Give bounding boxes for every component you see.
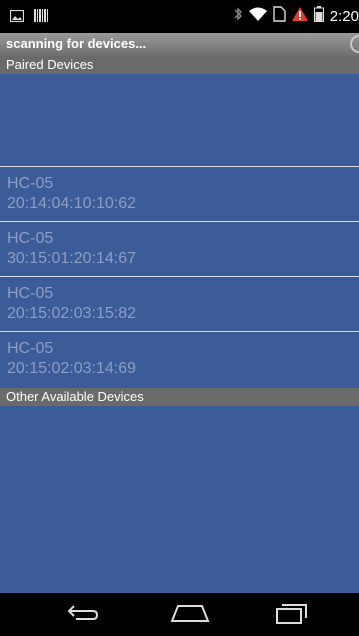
device-name: HC-05 [7,175,54,192]
document-icon [273,6,286,27]
warning-icon [291,7,308,26]
other-devices-list[interactable] [0,406,359,593]
recent-apps-icon [276,602,308,629]
recent-apps-button[interactable] [262,599,322,631]
home-button[interactable] [160,599,220,631]
device-name: HC-05 [7,340,54,357]
wifi-icon [248,7,267,27]
battery-icon [313,6,324,27]
device-name: HC-05 [7,285,54,302]
home-icon [170,603,210,628]
back-button[interactable] [53,599,113,631]
paired-devices-header: Paired Devices [0,56,359,74]
other-devices-header: Other Available Devices [0,388,359,406]
bluetooth-icon [233,6,243,27]
device-item[interactable]: HC-05 20:15:02:03:15:82 [0,276,359,331]
barcode-notification-icon [34,9,48,27]
device-address: 20:15:02:03:15:82 [7,305,137,322]
device-item[interactable]: HC-05 20:14:04:10:10:62 [0,166,359,221]
page-title: scanning for devices... [6,36,147,51]
device-address: 20:15:02:03:14:69 [7,360,137,377]
device-address: 20:14:04:10:10:62 [7,195,137,212]
image-notification-icon [9,9,25,27]
device-item[interactable]: HC-05 20:15:02:03:14:69 [0,331,359,386]
clock: 2:20 [329,8,359,25]
navigation-bar [0,593,359,636]
progress-spinner [350,35,359,53]
title-bar: scanning for devices... [0,33,359,56]
device-item[interactable]: HC-05 30:15:01:20:14:67 [0,221,359,276]
status-bar: 2:20 [0,0,359,33]
device-name: HC-05 [7,230,54,247]
device-address: 30:15:01:20:14:67 [7,250,137,267]
back-icon [66,603,100,628]
paired-devices-list[interactable]: HC-05 20:14:04:10:10:62 HC-05 30:15:01:2… [0,74,359,388]
